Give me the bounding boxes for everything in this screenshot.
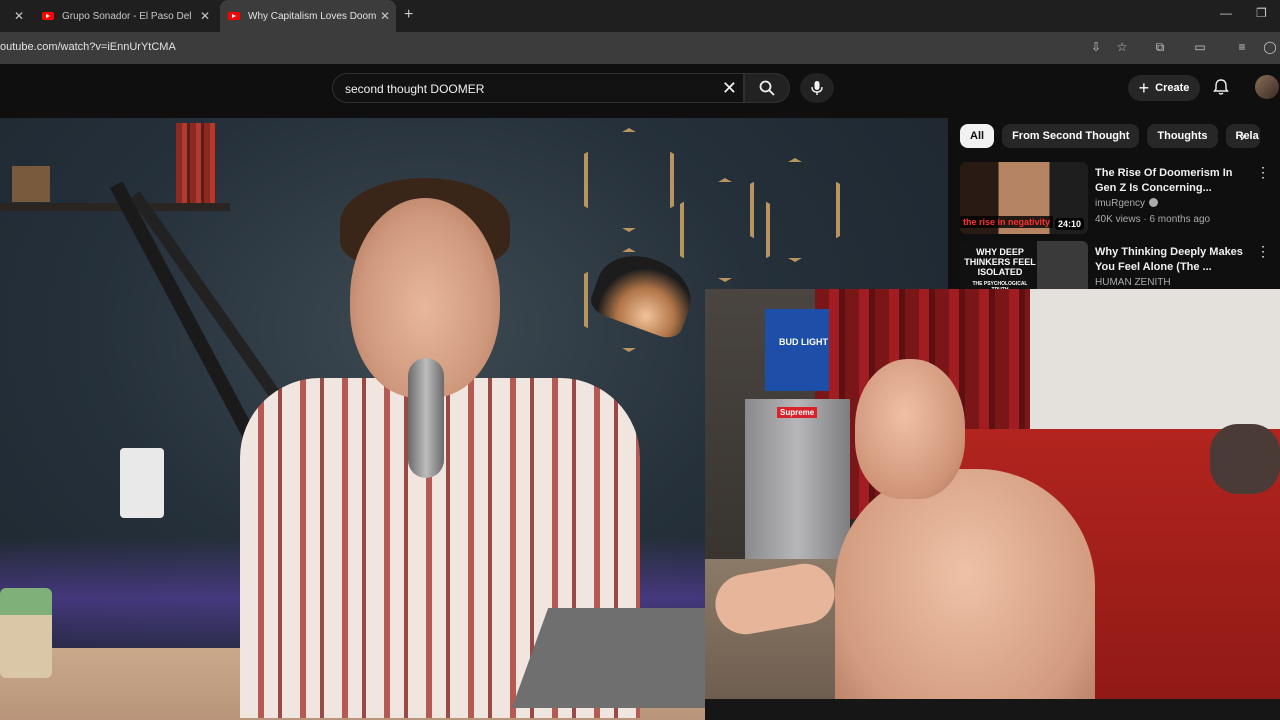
channel-label: imuRgency <box>1095 198 1146 209</box>
verified-badge-icon <box>1149 198 1159 207</box>
extensions-icon[interactable]: ⧉ <box>1152 40 1168 55</box>
sticker-label: Supreme <box>777 407 818 418</box>
microphone-icon <box>811 81 823 95</box>
plant-pot <box>12 166 50 202</box>
chip-all[interactable]: All <box>960 124 995 148</box>
plus-icon: + <box>1138 77 1150 98</box>
search-button[interactable] <box>744 73 790 103</box>
tab-grupo-sonador[interactable]: Grupo Sonador - El Paso Del Gi ✕ <box>42 0 218 32</box>
tab-title: Grupo Sonador - El Paso Del Gi <box>62 10 192 22</box>
clear-search-icon[interactable]: ✕ <box>722 78 737 99</box>
chip-thoughts[interactable]: Thoughts <box>1147 124 1218 148</box>
maximize-icon[interactable]: ❐ <box>1256 6 1267 20</box>
succulent-plant <box>0 588 52 678</box>
tab-title: Why Capitalism Loves Doomer <box>248 10 376 22</box>
chip-from-second-thought[interactable]: From Second Thought <box>1002 124 1140 148</box>
search-input[interactable]: second thought DOOMER <box>345 82 484 96</box>
create-button[interactable]: + Create <box>1128 75 1200 101</box>
video-title[interactable]: Why Thinking Deeply Makes You Feel Alone… <box>1095 245 1255 275</box>
search-icon <box>759 80 775 96</box>
close-tab-icon[interactable]: ✕ <box>200 9 210 23</box>
webcam-overlay: BUD LIGHT Supreme <box>705 289 1280 720</box>
head <box>855 359 965 499</box>
sidebar-icon[interactable]: ▭ <box>1192 40 1208 54</box>
youtube-favicon-icon <box>42 12 54 20</box>
chevron-right-icon[interactable]: › <box>1240 128 1245 146</box>
search-box[interactable]: second thought DOOMER ✕ <box>332 73 744 103</box>
pillow <box>1210 424 1280 494</box>
channel-name[interactable]: HUMAN ZENITH <box>1095 277 1171 288</box>
thumbnail-text: the rise in negativity <box>960 216 1054 228</box>
avatar[interactable] <box>1255 75 1279 99</box>
new-tab-button[interactable]: + <box>404 6 413 24</box>
tab-why-capitalism[interactable]: Why Capitalism Loves Doomer ✕ <box>220 0 396 32</box>
youtube-favicon-icon <box>228 12 240 20</box>
thumbnail-text: WHY DEEP THINKERS FEEL ISOLATED <box>964 247 1036 277</box>
notifications-bell-icon[interactable] <box>1212 78 1230 96</box>
address-bar: outube.com/watch?v=iEnnUrYtCMA ⇩ ☆ ⧉ ▭ ≡… <box>0 32 1280 64</box>
box-label: BUD LIGHT <box>779 337 828 347</box>
url-field[interactable]: outube.com/watch?v=iEnnUrYtCMA <box>0 41 176 53</box>
recommendation-item[interactable]: the rise in negativity 24:10 The Rise Of… <box>960 162 1280 234</box>
create-label: Create <box>1155 82 1190 94</box>
books <box>176 123 216 203</box>
install-app-icon[interactable]: ⇩ <box>1088 40 1104 54</box>
torso <box>835 469 1095 720</box>
bookmark-star-icon[interactable]: ☆ <box>1114 40 1130 54</box>
wall-shelf <box>0 203 230 211</box>
profile-icon[interactable]: ◯ <box>1262 40 1278 54</box>
video-thumbnail[interactable]: the rise in negativity 24:10 <box>960 162 1088 234</box>
duration-badge: 24:10 <box>1054 218 1084 230</box>
microphone <box>408 358 444 478</box>
close-tab-icon[interactable]: ✕ <box>380 9 390 23</box>
youtube-header: second thought DOOMER ✕ + Create <box>0 64 1280 118</box>
channel-name[interactable]: imuRgency <box>1095 198 1159 209</box>
sidebar-chips: All From Second Thought Thoughts Rela <box>960 124 1268 150</box>
more-options-icon[interactable]: ⋮ <box>1256 164 1270 181</box>
bottom-shadow <box>705 699 1280 720</box>
speaker <box>120 448 164 518</box>
video-title[interactable]: The Rise Of Doomerism In Gen Z Is Concer… <box>1095 166 1255 196</box>
mini-fridge <box>745 399 850 559</box>
more-options-icon[interactable]: ⋮ <box>1256 243 1270 260</box>
upload-age: 6 months ago <box>1149 214 1211 225</box>
view-count: 40K views <box>1095 214 1141 225</box>
minimize-icon[interactable]: — <box>1220 6 1232 20</box>
voice-search-button[interactable] <box>800 73 834 103</box>
video-meta: 40K views · 6 months ago <box>1095 214 1211 225</box>
streamer <box>710 359 1095 720</box>
browser-tab-strip: ✕ Grupo Sonador - El Paso Del Gi ✕ Why C… <box>0 0 1280 32</box>
media-control-icon[interactable]: ≡ <box>1234 40 1250 54</box>
bud-light-box <box>765 309 829 391</box>
